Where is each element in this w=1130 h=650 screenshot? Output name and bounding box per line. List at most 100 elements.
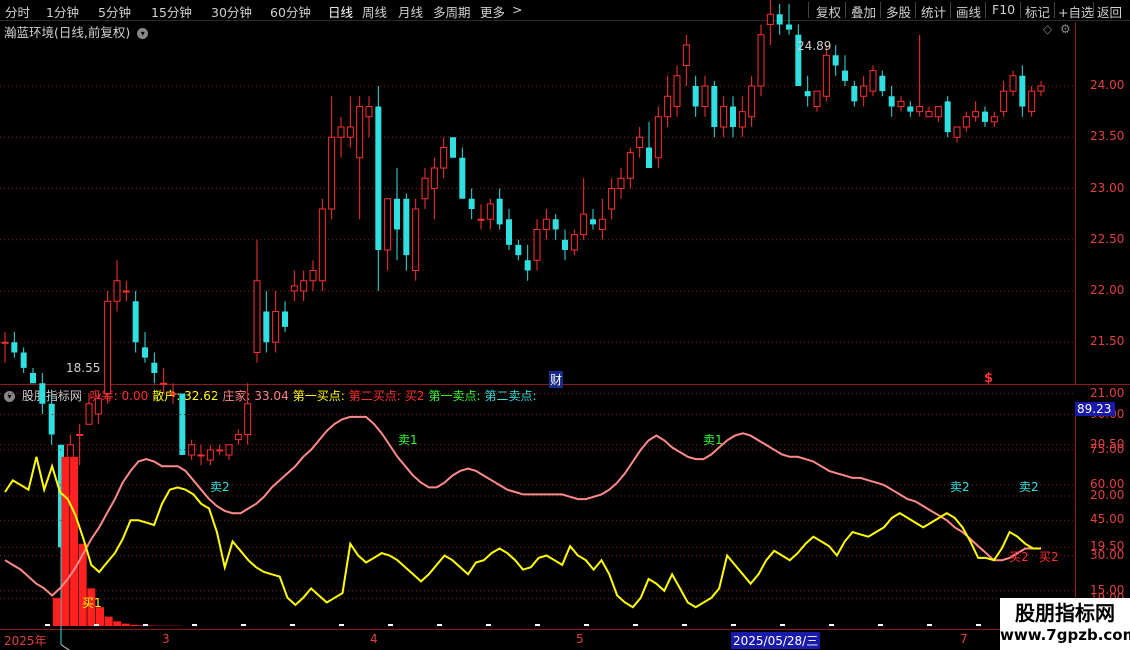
candle-body-up [720, 106, 728, 128]
bottom-tick-marker [143, 624, 148, 626]
candle-body-up [860, 85, 868, 97]
candle-body-up [337, 126, 345, 138]
candle-body-down [151, 362, 158, 373]
candle-body-down [450, 137, 456, 158]
candle-body-up [925, 111, 933, 118]
candle-body-down [832, 55, 839, 66]
bottom-tick-marker [584, 624, 589, 626]
candle-body-down [30, 373, 36, 384]
candle-body-up [1037, 85, 1045, 92]
date-label: 3 [162, 632, 170, 646]
signal-sell1: 卖1 [703, 433, 723, 447]
candle-body-down [590, 219, 596, 225]
candle-body-up [748, 85, 756, 118]
candle-body-up [104, 300, 112, 394]
date-cursor-label: 2025/05/28/三 [731, 632, 821, 649]
candle-body-up [1000, 90, 1008, 113]
bottom-tick-marker [339, 624, 344, 626]
candle-body-up [682, 44, 690, 66]
candle-body-down [506, 219, 512, 245]
xichou-bar [52, 597, 61, 626]
bottom-tick-marker [388, 624, 393, 626]
candle-body-up [384, 198, 392, 251]
stock-chart [0, 0, 1079, 650]
candle-body-up [356, 106, 364, 159]
candle-body-up [962, 116, 970, 128]
xichou-bar [70, 456, 79, 626]
candle-body-up [701, 85, 709, 107]
candle-body-up [869, 70, 877, 92]
price-high-label: 24.89 [797, 39, 832, 53]
candle-body-up [244, 403, 252, 435]
candle-body-up [365, 106, 373, 118]
signal-sell2: 卖2 [210, 480, 230, 494]
xichou-bar [113, 621, 122, 626]
candle-body-down [403, 198, 410, 256]
bottom-tick-marker [290, 624, 295, 626]
candle-body-up [953, 126, 961, 138]
candle-body-down [646, 147, 652, 168]
candle-body-down [39, 383, 46, 404]
candle-body-up [1009, 75, 1017, 92]
bottom-tick-marker [45, 624, 50, 626]
candle-body-up [673, 75, 681, 107]
candle-body-down [496, 198, 503, 225]
bottom-tick-marker [241, 624, 246, 626]
xichou-bar [104, 616, 113, 626]
candle-body-down [982, 111, 988, 122]
date-label: 7 [960, 632, 968, 646]
watermark-url: www.7gpzb.com [1000, 626, 1130, 644]
bottom-tick-marker [633, 624, 638, 626]
bottom-tick-marker [780, 624, 785, 626]
candle-body-up [346, 126, 354, 138]
candle-body-up [272, 311, 280, 343]
signal-sell1: 卖1 [398, 433, 418, 447]
candle-body-down [263, 311, 270, 343]
candle-body-up [916, 106, 924, 113]
date-label: 4 [370, 632, 378, 646]
candle-body-up [206, 449, 214, 461]
candle-body-down [468, 198, 475, 209]
candle-body-down [907, 106, 914, 112]
financial-report-marker[interactable]: 财 [549, 371, 564, 388]
candle-body-down [851, 86, 858, 102]
candle-body-up [169, 393, 177, 395]
candle-body-up [290, 285, 298, 292]
bottom-tick-marker [829, 624, 834, 626]
candle-body-down [524, 260, 531, 271]
dividend-marker[interactable]: $ [984, 371, 993, 386]
candle-body-up [580, 213, 588, 236]
xichou-bar [121, 623, 130, 626]
candle-body-down [776, 14, 783, 25]
bottom-tick-marker [731, 624, 736, 626]
candle-body-up [654, 116, 662, 159]
candle-body-down [394, 198, 400, 230]
candle-body-down [20, 352, 27, 368]
candle-body-down [375, 106, 382, 250]
candle-body-down [48, 403, 55, 435]
candle-body-up [766, 13, 774, 25]
candle-body-up [197, 454, 205, 457]
candle-body-up [440, 147, 448, 169]
candle-body-up [309, 270, 317, 282]
candle-body-up [822, 54, 830, 97]
date-label: 5 [576, 632, 584, 646]
price-low-label: 18.55 [66, 361, 101, 375]
candle-body-up [160, 382, 168, 385]
candle-body-up [113, 280, 121, 302]
bottom-tick-marker [682, 624, 687, 626]
candle-body-up [897, 100, 905, 107]
bottom-tick-marker [486, 624, 491, 626]
candle-body-down [842, 70, 848, 81]
candle-body-up [76, 434, 84, 436]
signal-buy2: 买2 [1009, 550, 1029, 564]
bottom-tick-marker [192, 624, 197, 626]
candle-body-down [786, 24, 792, 30]
candle-body-up [188, 444, 196, 456]
candle-body-up [486, 203, 494, 220]
candle-body-up [664, 95, 672, 118]
candle-body-down [132, 301, 139, 343]
candle-body-up [94, 398, 102, 415]
candle-body-up [626, 152, 634, 179]
candle-body-down [562, 239, 568, 250]
